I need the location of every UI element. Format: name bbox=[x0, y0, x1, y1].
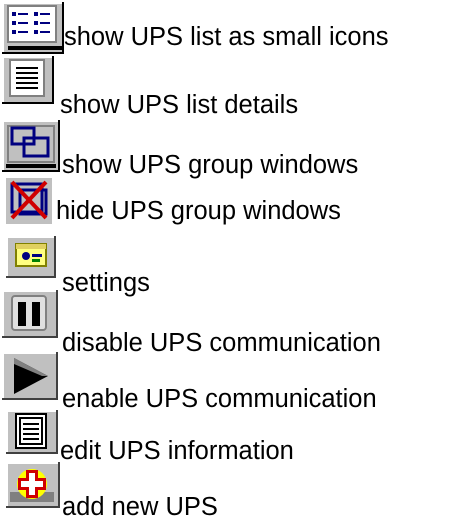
legend-label: settings bbox=[62, 269, 150, 297]
edit-info-icon bbox=[6, 410, 58, 454]
add-ups-icon bbox=[6, 462, 60, 508]
legend-label: hide UPS group windows bbox=[56, 197, 341, 225]
details-view-icon bbox=[2, 56, 54, 104]
legend-label: add new UPS bbox=[62, 493, 218, 521]
legend-label: edit UPS information bbox=[60, 437, 294, 465]
legend-label: show UPS list as small icons bbox=[64, 23, 389, 51]
legend-label: disable UPS communication bbox=[62, 329, 381, 357]
hide-group-windows-icon bbox=[6, 178, 52, 224]
pause-icon bbox=[2, 290, 58, 338]
group-windows-icon bbox=[2, 120, 60, 172]
legend-label: enable UPS communication bbox=[62, 385, 377, 413]
legend-label: show UPS list details bbox=[60, 91, 299, 119]
legend-label: show UPS group windows bbox=[62, 151, 359, 179]
small-icons-view-icon bbox=[2, 2, 64, 54]
play-icon bbox=[2, 352, 58, 400]
settings-icon bbox=[6, 236, 56, 278]
